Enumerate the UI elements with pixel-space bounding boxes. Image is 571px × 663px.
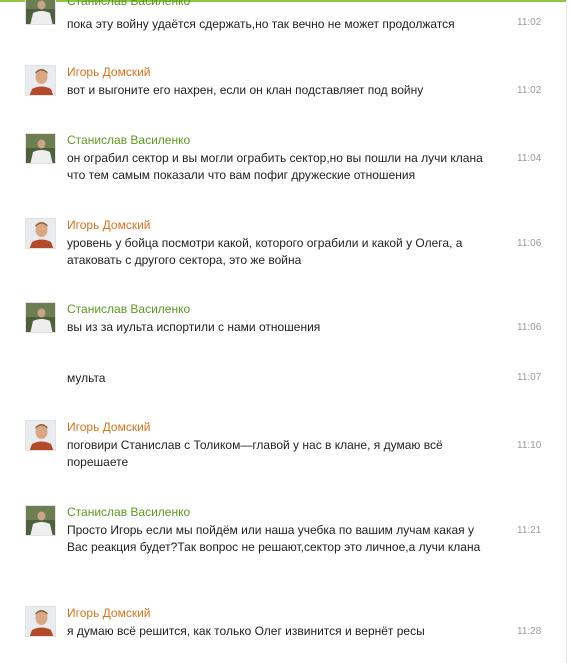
scroll-edge: [566, 0, 567, 663]
message-item: Игорь Домский я думаю всё решится, как т…: [0, 606, 566, 646]
message-item: Станислав Василенко вы из за иульта испо…: [0, 302, 566, 342]
message-time: 11:28: [517, 626, 542, 637]
author-name[interactable]: Станислав Василенко: [67, 133, 190, 148]
message-text: вот и выгоните его нахрен, если он клан …: [67, 83, 424, 97]
author-name[interactable]: Игорь Домский: [67, 65, 151, 80]
author-name[interactable]: Игорь Домский: [67, 606, 151, 621]
message-time: 11:02: [517, 17, 542, 28]
message-item: Игорь Домский поговири Станислав с Толик…: [0, 420, 566, 475]
message-item: Игорь Домский уровень у бойца посмотри к…: [0, 218, 566, 273]
author-name[interactable]: Игорь Домский: [67, 420, 151, 435]
message-time: 11:06: [517, 238, 542, 249]
message-item: Игорь Домский вот и выгоните его нахрен,…: [0, 65, 566, 105]
message-item: Станислав Василенко Просто Игорь если мы…: [0, 505, 566, 575]
message-time: 11:10: [517, 440, 542, 451]
message-time: 11:07: [517, 372, 542, 383]
message-item: мульта 11:07: [0, 370, 566, 390]
message-time: 11:04: [517, 153, 542, 164]
message-time: 11:21: [517, 525, 542, 536]
message-time: 11:02: [517, 85, 542, 96]
user-photo-icon[interactable]: [25, 218, 56, 249]
user-photo-icon[interactable]: [25, 65, 56, 96]
message-item: Станислав Василенко он ограбил сектор и …: [0, 133, 566, 188]
author-name[interactable]: Станислав Василенко: [67, 505, 190, 520]
message-text: он ограбил сектор и вы могли ограбить се…: [67, 151, 487, 182]
message-text: пока эту войну удаётся сдержать,но так в…: [67, 17, 455, 31]
message-time: 11:06: [517, 322, 542, 333]
message-text: я думаю всё решится, как только Олег изв…: [67, 624, 425, 638]
author-name[interactable]: Игорь Домский: [67, 218, 151, 233]
message-text: мульта: [67, 371, 106, 385]
chat-history: Станислав Василенко пока эту войну удаёт…: [0, 0, 571, 663]
user-photo-icon[interactable]: [25, 0, 56, 25]
message-item: Станислав Василенко пока эту войну удаёт…: [0, 0, 566, 34]
message-text: поговири Станислав с Толиком—главой у на…: [67, 438, 446, 469]
message-text: уровень у бойца посмотри какой, которого…: [67, 236, 466, 267]
user-photo-icon[interactable]: [25, 420, 56, 451]
author-name[interactable]: Станислав Василенко: [67, 0, 190, 9]
message-text: вы из за иульта испортили с нами отношен…: [67, 320, 321, 334]
user-photo-icon[interactable]: [25, 606, 56, 637]
message-text: Просто Игорь если мы пойдём или наша уче…: [67, 523, 481, 554]
author-name[interactable]: Станислав Василенко: [67, 302, 190, 317]
user-photo-icon[interactable]: [25, 505, 56, 536]
user-photo-icon[interactable]: [25, 302, 56, 333]
user-photo-icon[interactable]: [25, 133, 56, 164]
